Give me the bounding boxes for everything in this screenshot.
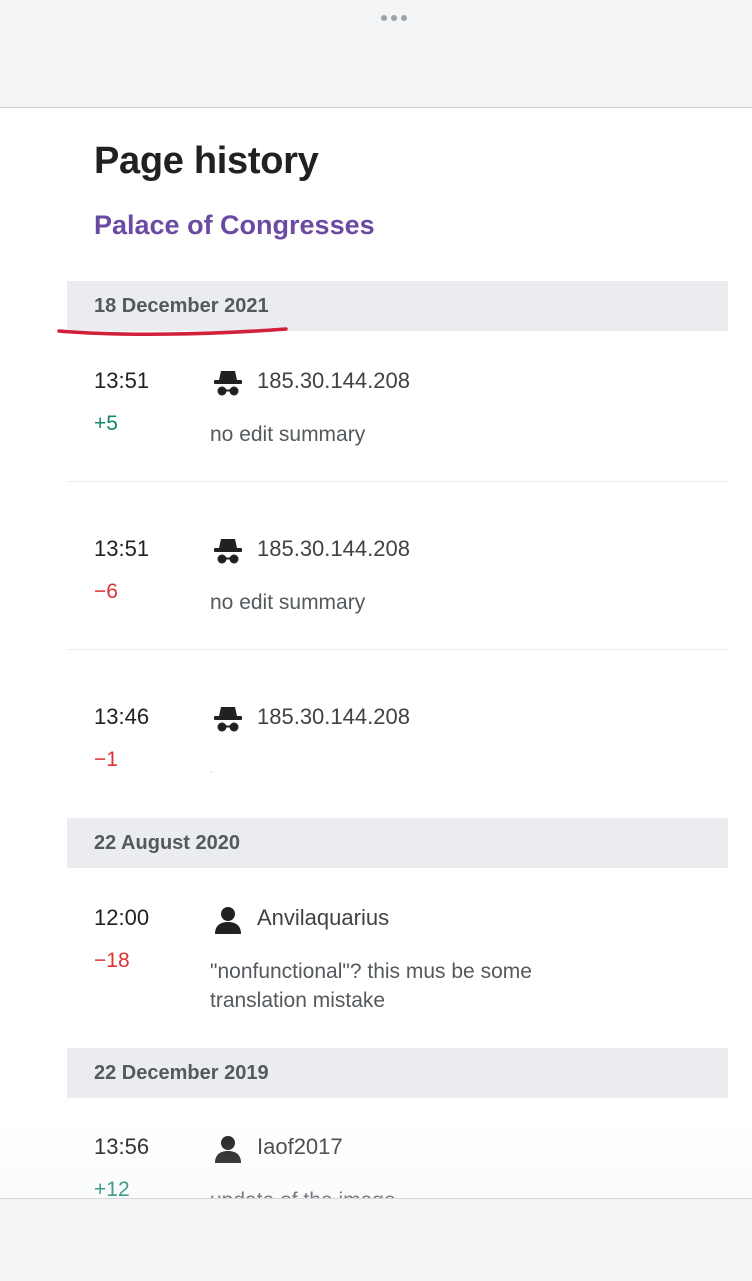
revision-time[interactable]: 13:56	[94, 1134, 149, 1160]
user-icon	[215, 907, 241, 934]
revision-time[interactable]: 13:51	[94, 536, 149, 562]
diff-size: −6	[94, 580, 118, 603]
top-bar	[0, 0, 752, 108]
revision-time[interactable]: 12:00	[94, 905, 149, 931]
user-link[interactable]: 185.30.144.208	[257, 536, 410, 562]
user-link[interactable]: 185.30.144.208	[257, 368, 410, 394]
user-link[interactable]: Iaof2017	[257, 1134, 343, 1160]
revision-row[interactable]: 13:46 −1 185.30.144.208 .	[67, 704, 728, 814]
user-link[interactable]: Anvilaquarius	[257, 905, 389, 931]
history-content: Page history Palace of Congresses 18 Dec…	[0, 108, 752, 1198]
revision-time[interactable]: 13:46	[94, 704, 149, 730]
edit-summary: no edit summary	[210, 423, 366, 446]
diff-size: −1	[94, 748, 118, 771]
row-divider	[67, 649, 728, 650]
user-icon	[215, 1136, 241, 1163]
edit-summary: update of the image	[210, 1186, 630, 1198]
edit-summary: "nonfunctional"? this mus be some transl…	[210, 960, 532, 1012]
row-divider	[67, 481, 728, 482]
red-underline-annotation	[57, 327, 288, 336]
user-link[interactable]: 185.30.144.208	[257, 704, 410, 730]
edit-summary: no edit summary	[210, 591, 366, 614]
anonymous-user-icon	[214, 371, 242, 396]
anonymous-user-icon	[214, 707, 242, 732]
page-title: Page history	[94, 140, 319, 182]
revision-row[interactable]: 13:51 +5 185.30.144.208 no edit summary	[67, 368, 728, 478]
bottom-bar	[0, 1198, 752, 1281]
diff-size: +5	[94, 412, 118, 435]
date-header: 22 December 2019	[67, 1048, 728, 1098]
revision-row[interactable]: 13:51 −6 185.30.144.208 no edit summary	[67, 536, 728, 646]
revision-row[interactable]: 13:56 +12 Iaof2017 update of the image	[67, 1134, 728, 1198]
revision-time[interactable]: 13:51	[94, 368, 149, 394]
diff-size: −18	[94, 949, 130, 972]
more-dots-icon[interactable]	[381, 15, 407, 21]
date-header: 22 August 2020	[67, 818, 728, 868]
diff-size: +12	[94, 1178, 130, 1198]
revision-row[interactable]: 12:00 −18 Anvilaquarius "nonfunctional"?…	[67, 905, 728, 1035]
article-link[interactable]: Palace of Congresses	[94, 210, 375, 241]
anonymous-user-icon	[214, 539, 242, 564]
edit-summary: .	[210, 765, 213, 776]
